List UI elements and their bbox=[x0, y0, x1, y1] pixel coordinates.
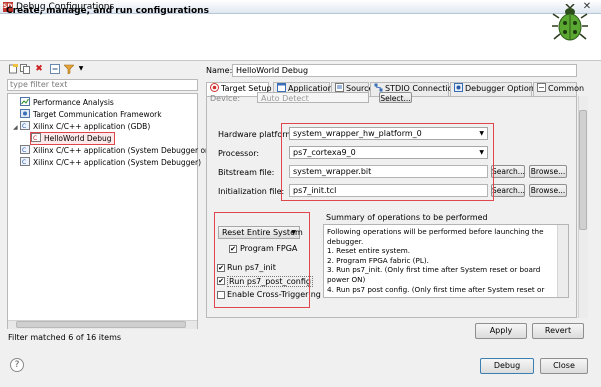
common-icon bbox=[537, 83, 546, 92]
svg-text:C: C bbox=[33, 135, 37, 142]
tree-item-xilinx-sysdbg-on[interactable]: C Xilinx C/C++ application (System Debugg… bbox=[20, 145, 210, 156]
new-launch-config-icon[interactable] bbox=[8, 64, 18, 74]
filter-input[interactable]: type filter text bbox=[7, 79, 198, 91]
bitstream-browse-button[interactable]: Browse... bbox=[529, 165, 567, 178]
name-field[interactable]: HelloWorld Debug bbox=[232, 64, 577, 77]
tree-item-xilinx-gdb[interactable]: ◢ C Xilinx C/C++ application (GDB) bbox=[13, 121, 150, 132]
help-icon[interactable]: ? bbox=[10, 358, 24, 372]
source-icon bbox=[335, 83, 344, 92]
svg-text:C: C bbox=[22, 147, 26, 154]
debug-button[interactable]: Debug bbox=[480, 358, 534, 374]
filter-status: Filter matched 6 of 16 items bbox=[8, 333, 122, 342]
tree-item-tcf[interactable]: Target Communication Framework bbox=[20, 109, 162, 120]
select-device-button[interactable]: Select... bbox=[379, 92, 412, 103]
tcf-icon bbox=[20, 109, 30, 118]
tab-label: Common bbox=[548, 84, 585, 93]
target-icon bbox=[210, 83, 219, 92]
init-file-browse-button[interactable]: Browse... bbox=[529, 184, 567, 197]
processor-label: Processor: bbox=[218, 149, 260, 158]
filter-icon[interactable] bbox=[63, 64, 75, 75]
expand-arrow-icon[interactable]: ◢ bbox=[13, 122, 20, 133]
tab-label: Debugger Options bbox=[465, 84, 539, 93]
bitstream-search-button[interactable]: Search... bbox=[491, 165, 525, 178]
tab-common[interactable]: Common bbox=[533, 82, 584, 96]
debugger-icon bbox=[454, 83, 463, 92]
delete-icon[interactable]: ✖ bbox=[34, 64, 44, 74]
tree-item-xilinx-sysdbg[interactable]: C Xilinx C/C++ application (System Debugg… bbox=[20, 157, 201, 168]
svg-text:C: C bbox=[22, 123, 26, 130]
close-button[interactable]: Close bbox=[540, 358, 588, 374]
tree-item-helloworld-debug[interactable]: C HelloWorld Debug bbox=[30, 132, 115, 145]
tree-item-label: Xilinx C/C++ application (System Debugge… bbox=[33, 158, 201, 167]
bitstream-label: Bitstream file: bbox=[218, 168, 275, 177]
apply-button[interactable]: Apply bbox=[475, 323, 527, 339]
revert-button[interactable]: Revert bbox=[532, 323, 584, 339]
tree-item-label: Performance Analysis bbox=[33, 98, 114, 107]
tree-item-label: Xilinx C/C++ application (System Debugge… bbox=[33, 146, 210, 155]
device-field: Auto Detect bbox=[257, 92, 369, 103]
dialog-title: Create, manage, and run configurations bbox=[6, 6, 209, 16]
c-app-icon: C bbox=[20, 121, 30, 130]
app-icon bbox=[277, 83, 286, 92]
collapse-all-icon[interactable] bbox=[50, 64, 60, 74]
dropdown-icon[interactable]: ▼ bbox=[76, 64, 86, 74]
tree-item-performance-analysis[interactable]: Performance Analysis bbox=[20, 97, 114, 108]
connection-icon bbox=[374, 83, 383, 92]
c-config-icon: C bbox=[31, 133, 41, 142]
tab-debugger-options[interactable]: Debugger Options bbox=[450, 82, 538, 96]
duplicate-icon[interactable] bbox=[20, 64, 30, 74]
init-file-label: Initialization file: bbox=[218, 187, 285, 196]
name-label: Name: bbox=[206, 66, 233, 75]
tree-item-label: HelloWorld Debug bbox=[44, 134, 112, 143]
highlight-box bbox=[214, 212, 310, 308]
bug-icon bbox=[552, 4, 588, 41]
summary-textarea[interactable]: Following operations will be performed b… bbox=[323, 224, 569, 298]
svg-text:C: C bbox=[22, 159, 26, 166]
c-app-icon: C bbox=[20, 145, 30, 154]
panel-scroll-thumb[interactable] bbox=[579, 110, 587, 230]
summary-scrollbar[interactable] bbox=[557, 225, 568, 297]
tree-item-label: Xilinx C/C++ application (GDB) bbox=[33, 122, 151, 131]
summary-text: Following operations will be performed b… bbox=[327, 227, 545, 294]
c-app-icon: C bbox=[20, 157, 30, 166]
config-tree: Performance Analysis Target Communicatio… bbox=[7, 93, 210, 329]
device-label: Device: bbox=[210, 94, 241, 103]
summary-title: Summary of operations to be performed bbox=[326, 213, 488, 222]
tree-scroll-thumb[interactable] bbox=[16, 321, 186, 328]
highlight-box bbox=[281, 123, 494, 201]
tree-item-label: Target Communication Framework bbox=[33, 110, 162, 119]
perf-icon bbox=[20, 97, 30, 106]
dialog-banner bbox=[0, 14, 601, 61]
init-file-search-button[interactable]: Search... bbox=[491, 184, 525, 197]
